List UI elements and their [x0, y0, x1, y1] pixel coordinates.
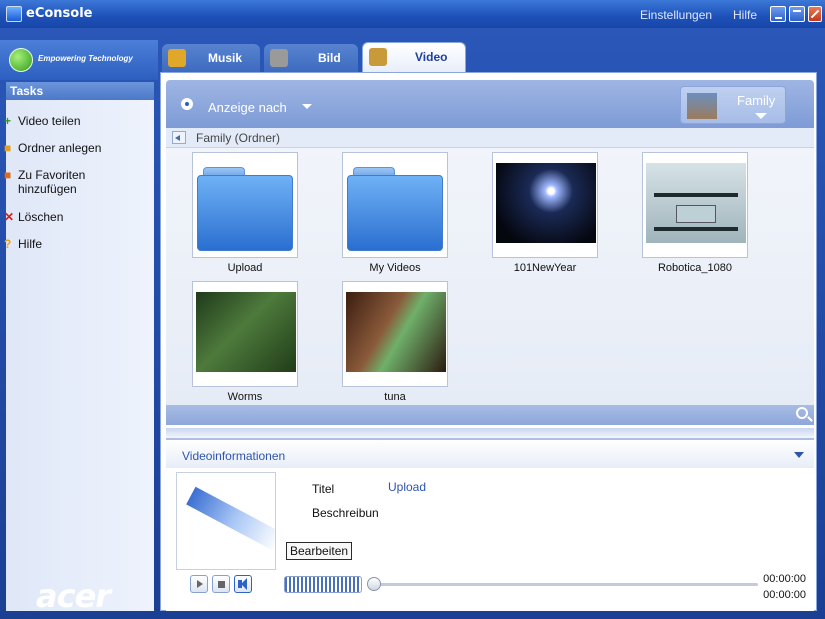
- seek-handle[interactable]: [367, 577, 381, 591]
- video-thumbnail: [342, 281, 448, 387]
- sidebar: [6, 82, 154, 611]
- chevron-down-icon: [755, 113, 767, 119]
- folder-icon: [347, 167, 443, 253]
- video-info-panel: Titel Upload Beschreibun Bearbeiten 00:0…: [166, 468, 814, 611]
- divider: [166, 428, 814, 438]
- video-thumbnail: [492, 152, 598, 258]
- task-add-favorites[interactable]: ■ Zu Favoriten hinzufügen: [4, 168, 98, 196]
- task-share-video[interactable]: + Video teilen: [4, 114, 81, 128]
- video-preview: [496, 163, 596, 243]
- tasks-header: Tasks: [6, 82, 154, 100]
- back-arrow-icon[interactable]: [172, 131, 186, 144]
- item-name: Robotica_1080: [657, 262, 732, 274]
- video-preview: [346, 292, 446, 372]
- total-time: 00:00:00: [763, 589, 806, 601]
- help-link[interactable]: Hilfe: [733, 8, 757, 22]
- video-preview: [196, 292, 296, 372]
- info-title: Videoinformationen: [182, 449, 286, 463]
- brand-bar: Empowering Technology: [0, 40, 158, 80]
- folder-thumbnail: [342, 152, 448, 258]
- close-button[interactable]: [808, 6, 822, 22]
- item-name: Worms: [227, 391, 263, 403]
- task-help[interactable]: ? Hilfe: [4, 237, 43, 251]
- task-delete[interactable]: ✕ Löschen: [4, 210, 64, 224]
- maximize-button[interactable]: [789, 6, 805, 22]
- favorites-icon: ■: [4, 168, 12, 182]
- video-thumbnail: [192, 281, 298, 387]
- item-name: tuna: [384, 391, 406, 403]
- mute-button[interactable]: [234, 575, 252, 593]
- album-label: Family: [737, 93, 776, 108]
- item-name: My Videos: [369, 262, 421, 274]
- music-icon: [168, 49, 186, 67]
- video-thumbnail: [642, 152, 748, 258]
- chevron-down-icon[interactable]: [794, 452, 804, 458]
- title-label: Titel: [312, 482, 335, 496]
- delete-icon: ✕: [4, 210, 15, 224]
- eye-icon: [181, 98, 193, 110]
- edit-button[interactable]: Bearbeiten: [286, 542, 353, 560]
- toolbar: Anzeige nach Family: [166, 80, 814, 128]
- app-title: eConsole: [26, 6, 93, 21]
- sort-by-dropdown[interactable]: Anzeige nach: [208, 100, 287, 115]
- video-preview: [646, 163, 746, 243]
- film-strip-icon: [176, 472, 276, 570]
- tab-picture[interactable]: Bild: [264, 44, 358, 72]
- brand-tagline: Empowering Technology: [38, 54, 133, 63]
- acer-logo: acer: [36, 577, 111, 615]
- volume-icon: [238, 578, 247, 590]
- play-icon: [197, 580, 203, 588]
- task-label: Ordner anlegen: [18, 141, 102, 155]
- grid-scrollbar[interactable]: [166, 405, 814, 425]
- stop-button[interactable]: [212, 575, 230, 593]
- play-button[interactable]: [190, 575, 208, 593]
- folder-icon: [197, 167, 293, 253]
- task-label: Video teilen: [18, 114, 81, 128]
- description-label: Beschreibun: [312, 506, 379, 520]
- empowering-logo-icon: [9, 48, 33, 72]
- media-grid: Upload My Videos 101NewYear Robotica_108…: [166, 148, 814, 405]
- video-icon: [369, 48, 387, 66]
- picture-icon: [270, 49, 288, 67]
- search-icon[interactable]: [796, 407, 808, 419]
- info-header[interactable]: Videoinformationen: [166, 438, 814, 468]
- task-label: Hilfe: [18, 237, 43, 251]
- folder-thumbnail: [192, 152, 298, 258]
- settings-link[interactable]: Einstellungen: [640, 8, 712, 22]
- task-label: Zu Favoriten hinzufügen: [18, 168, 86, 196]
- task-create-folder[interactable]: ■ Ordner anlegen: [4, 141, 102, 155]
- item-name: 101NewYear: [513, 262, 577, 274]
- stop-icon: [218, 581, 225, 588]
- volume-slider[interactable]: [284, 576, 362, 593]
- seek-track[interactable]: [378, 583, 758, 586]
- minimize-button[interactable]: [770, 6, 786, 22]
- title-bar: eConsole Einstellungen Hilfe: [0, 0, 825, 28]
- breadcrumb: Family (Ordner): [196, 131, 281, 145]
- plus-icon: +: [4, 114, 12, 128]
- help-icon: ?: [4, 237, 12, 251]
- album-selector[interactable]: Family: [680, 86, 786, 124]
- task-label: Löschen: [18, 210, 64, 224]
- chevron-down-icon[interactable]: [302, 104, 312, 109]
- elapsed-time: 00:00:00: [763, 573, 806, 585]
- app-icon: [6, 6, 22, 22]
- item-name: Upload: [227, 262, 263, 274]
- title-value: Upload: [388, 480, 427, 494]
- new-folder-icon: ■: [4, 141, 12, 155]
- breadcrumb-bar: Family (Ordner): [166, 128, 814, 148]
- tab-music[interactable]: Musik: [162, 44, 260, 72]
- tab-video[interactable]: Video: [362, 42, 466, 72]
- album-thumbnail: [687, 93, 717, 119]
